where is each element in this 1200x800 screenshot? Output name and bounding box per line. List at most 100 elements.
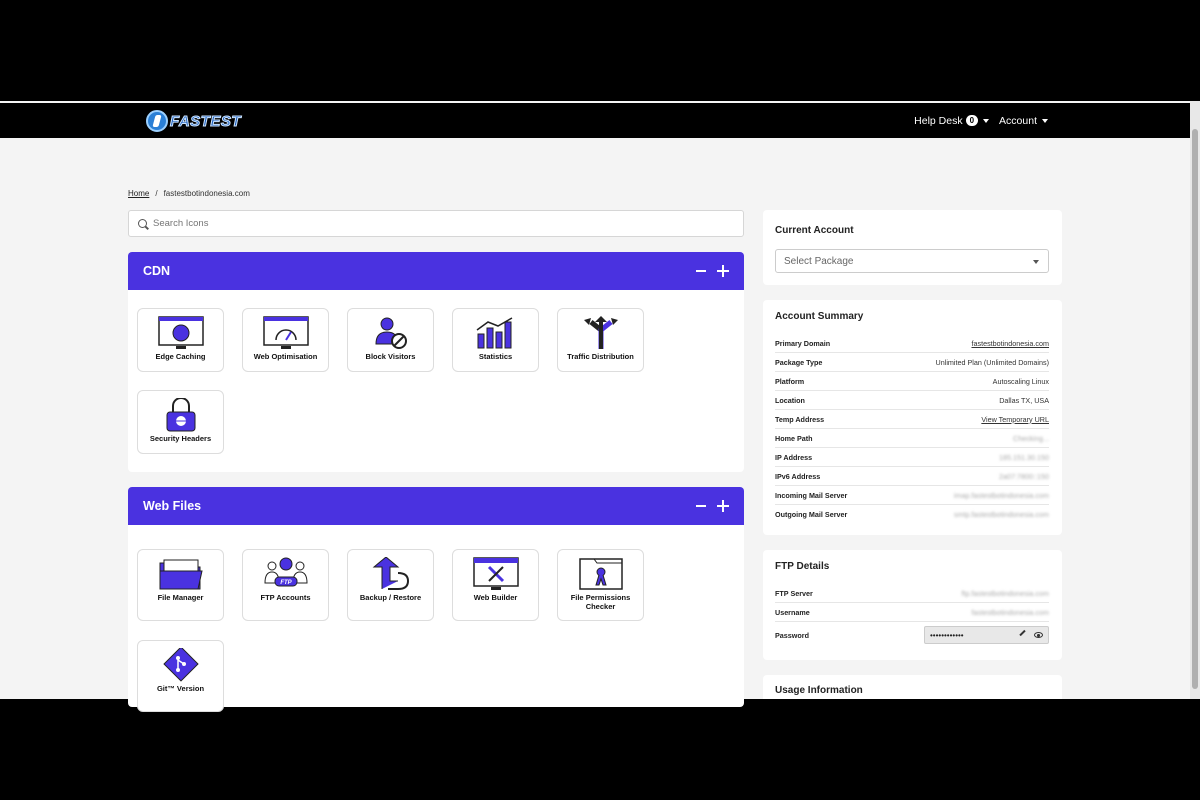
row-key: Username bbox=[775, 607, 810, 617]
tile-security-headers[interactable]: Security Headers bbox=[137, 390, 224, 454]
card-title: Usage Information bbox=[775, 685, 863, 696]
tile-traffic-distribution[interactable]: Traffic Distribution bbox=[557, 308, 644, 372]
breadcrumb-separator: / bbox=[155, 189, 158, 198]
summary-row: Temp Address View Temporary URL bbox=[775, 410, 1049, 429]
webfiles-panel: Web Files File Manager FTP FTP Accounts … bbox=[128, 487, 744, 712]
top-navbar: FASTEST Help Desk 0 Account bbox=[0, 103, 1190, 138]
account-label: Account bbox=[999, 114, 1037, 127]
row-key: Primary Domain bbox=[775, 338, 831, 348]
breadcrumb-home-link[interactable]: Home bbox=[128, 189, 149, 198]
tile-file-permissions-checker[interactable]: File Permissions Checker bbox=[557, 549, 644, 621]
padlock-globe-icon bbox=[156, 397, 206, 433]
tile-label: Security Headers bbox=[149, 434, 212, 443]
chevron-down-icon bbox=[983, 118, 990, 123]
collapse-icon[interactable] bbox=[696, 270, 706, 272]
row-value: 185.151.30.150 bbox=[999, 452, 1049, 462]
row-value: Dallas TX, USA bbox=[999, 395, 1049, 405]
summary-row: Primary Domain fastestbotindonesia.com bbox=[775, 334, 1049, 353]
card-title: Current Account bbox=[775, 225, 854, 236]
tile-file-manager[interactable]: File Manager bbox=[137, 549, 224, 621]
speed-gauge-icon bbox=[261, 315, 311, 351]
package-select-value: Select Package bbox=[784, 255, 854, 267]
page-scrollbar[interactable] bbox=[1190, 101, 1200, 699]
ftp-password-row: Password •••••••••••• bbox=[775, 622, 1049, 648]
tile-label: Backup / Restore bbox=[359, 593, 422, 602]
tile-label: File Manager bbox=[157, 593, 204, 602]
collapse-icon[interactable] bbox=[696, 505, 706, 507]
rocket-logo-icon bbox=[146, 110, 168, 132]
summary-row: Home Path Checking... bbox=[775, 429, 1049, 448]
git-icon bbox=[156, 647, 206, 683]
helpdesk-count-badge: 0 bbox=[965, 115, 979, 126]
row-key: Outgoing Mail Server bbox=[775, 510, 848, 519]
helpdesk-label: Help Desk bbox=[914, 114, 963, 127]
row-value: Unlimited Plan (Unlimited Domains) bbox=[935, 357, 1049, 367]
row-key: Location bbox=[775, 395, 805, 405]
folder-key-icon bbox=[576, 556, 626, 592]
scrollbar-thumb[interactable] bbox=[1192, 129, 1198, 689]
package-select[interactable]: Select Package bbox=[775, 249, 1049, 273]
row-key: IP Address bbox=[775, 452, 813, 462]
tile-ftp-accounts[interactable]: FTP FTP Accounts bbox=[242, 549, 329, 621]
row-key: Platform bbox=[775, 376, 805, 386]
split-arrows-icon bbox=[576, 315, 626, 351]
tile-git-version[interactable]: Git™ Version bbox=[137, 640, 224, 712]
block-user-icon bbox=[366, 315, 416, 351]
summary-row: Incoming Mail Server imap.fastestbotindon… bbox=[775, 486, 1049, 505]
row-value: Autoscaling Linux bbox=[992, 376, 1049, 386]
ftp-users-icon: FTP bbox=[261, 556, 311, 592]
panel-title: CDN bbox=[143, 264, 171, 278]
search-input[interactable] bbox=[153, 218, 713, 229]
svg-text:FTP: FTP bbox=[280, 580, 292, 586]
cdn-panel-header: CDN bbox=[128, 252, 744, 290]
card-title: FTP Details bbox=[775, 561, 830, 572]
tile-block-visitors[interactable]: Block Visitors bbox=[347, 308, 434, 372]
ftp-username-row: Username fastestbotindonesia.com bbox=[775, 603, 1049, 622]
row-key: Home Path bbox=[775, 433, 813, 443]
tile-label: Edge Caching bbox=[155, 352, 206, 361]
bar-chart-icon bbox=[471, 315, 521, 351]
tile-backup-restore[interactable]: Backup / Restore bbox=[347, 549, 434, 621]
move-icon[interactable] bbox=[717, 500, 729, 512]
tile-statistics[interactable]: Statistics bbox=[452, 308, 539, 372]
webfiles-panel-header: Web Files bbox=[128, 487, 744, 525]
panel-title: Web Files bbox=[143, 499, 202, 513]
tile-label: Traffic Distribution bbox=[567, 352, 634, 361]
password-value: •••••••••••• bbox=[930, 630, 964, 640]
tile-edge-caching[interactable]: Edge Caching bbox=[137, 308, 224, 372]
breadcrumb-current: fastestbotindonesia.com bbox=[163, 189, 250, 198]
row-value: fastestbotindonesia.com bbox=[971, 607, 1049, 617]
tile-web-builder[interactable]: Web Builder bbox=[452, 549, 539, 621]
search-icon bbox=[138, 219, 147, 228]
row-key: FTP Server bbox=[775, 588, 813, 598]
icon-search-box bbox=[128, 210, 744, 237]
cdn-panel: CDN Edge Caching Web Optimisation Block … bbox=[128, 252, 744, 472]
password-field[interactable]: •••••••••••• bbox=[924, 626, 1049, 644]
temp-url-link[interactable]: View Temporary URL bbox=[981, 415, 1049, 424]
eye-icon[interactable] bbox=[1034, 632, 1043, 638]
move-icon[interactable] bbox=[717, 265, 729, 277]
edge-caching-icon bbox=[156, 315, 206, 351]
tile-web-optimisation[interactable]: Web Optimisation bbox=[242, 308, 329, 372]
tile-label: Git™ Version bbox=[156, 684, 205, 693]
card-title: Account Summary bbox=[775, 311, 864, 322]
primary-domain-link[interactable]: fastestbotindonesia.com bbox=[971, 339, 1049, 348]
row-key: Package Type bbox=[775, 357, 823, 367]
summary-row: Package Type Unlimited Plan (Unlimited Do… bbox=[775, 353, 1049, 372]
ftp-rows: FTP Server ftp.fastestbotindonesia.com Us… bbox=[775, 584, 1049, 648]
account-summary-rows: Primary Domain fastestbotindonesia.com Pa… bbox=[775, 334, 1049, 524]
helpdesk-menu[interactable]: Help Desk 0 bbox=[914, 114, 990, 127]
brand-logo[interactable]: FASTEST bbox=[146, 109, 241, 133]
web-builder-icon bbox=[471, 556, 521, 592]
breadcrumb: Home / fastestbotindonesia.com bbox=[128, 189, 250, 198]
chevron-down-icon bbox=[1042, 118, 1048, 123]
row-key: Incoming Mail Server bbox=[775, 490, 848, 500]
tile-label: Block Visitors bbox=[365, 352, 416, 361]
summary-row: Platform Autoscaling Linux bbox=[775, 372, 1049, 391]
summary-row: Location Dallas TX, USA bbox=[775, 391, 1049, 410]
usage-information-card: Usage Information bbox=[763, 675, 1062, 699]
tile-label: File Permissions Checker bbox=[570, 593, 631, 611]
pencil-icon[interactable] bbox=[1019, 629, 1026, 637]
account-menu[interactable]: Account bbox=[999, 115, 1048, 127]
row-value: imap.fastestbotindonesia.com bbox=[953, 490, 1049, 500]
